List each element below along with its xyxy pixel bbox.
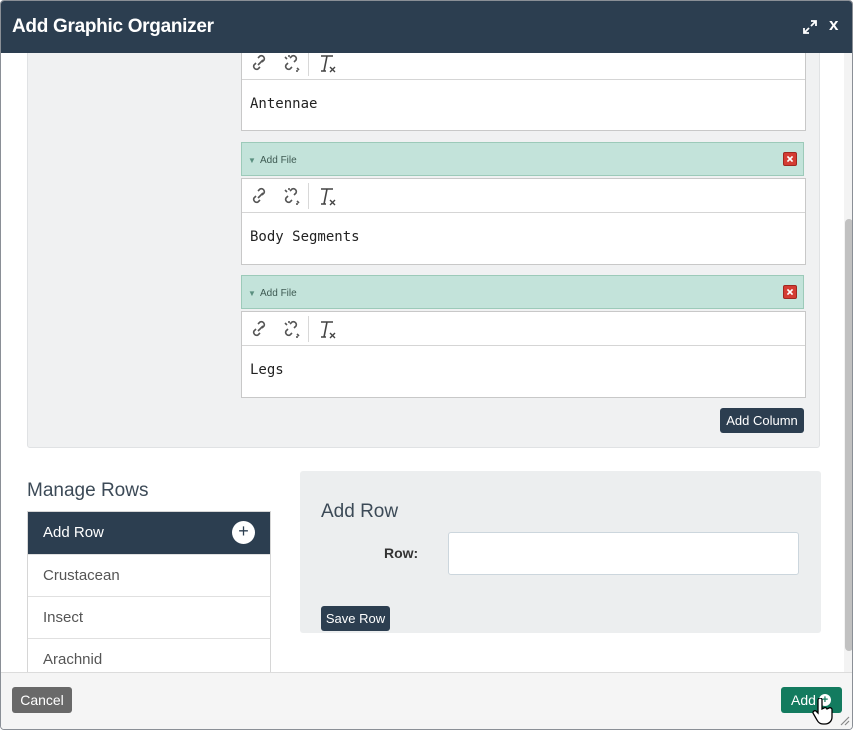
link-icon[interactable]: [244, 312, 276, 346]
close-button[interactable]: x: [829, 15, 838, 35]
dialog-title: Add Graphic Organizer: [12, 16, 214, 37]
rows-list-header[interactable]: Add Row +: [28, 512, 270, 554]
save-row-button[interactable]: Save Row: [321, 606, 390, 631]
dialog-footer: Cancel Add +: [1, 672, 852, 729]
remove-format-icon[interactable]: [312, 179, 344, 213]
toolbar-separator: [308, 53, 309, 76]
list-item[interactable]: Insect: [28, 596, 270, 638]
row-field-label: Row:: [384, 545, 419, 561]
remove-format-icon[interactable]: [312, 53, 344, 80]
unlink-icon[interactable]: [276, 179, 308, 213]
editor-toolbar: [242, 53, 805, 80]
column-text[interactable]: Antennae: [250, 96, 317, 112]
plus-icon[interactable]: +: [232, 521, 255, 544]
list-item[interactable]: Arachnid: [28, 638, 270, 672]
add-row-header-label: Add Row: [43, 524, 104, 541]
dialog-content: Antennae ▼ Add File Body Segments ▼ Add …: [1, 53, 844, 672]
add-file-label: Add File: [260, 155, 297, 166]
toolbar-separator: [308, 183, 309, 209]
expand-icon[interactable]: [801, 18, 819, 36]
column-editor: Legs: [241, 311, 806, 398]
manage-rows-title: Manage Rows: [27, 480, 149, 501]
list-item-label: Crustacean: [43, 567, 120, 584]
editor-toolbar: [242, 312, 805, 346]
column-text[interactable]: Legs: [250, 362, 284, 378]
column-text[interactable]: Body Segments: [250, 229, 360, 245]
row-input[interactable]: [448, 532, 799, 575]
list-item-label: Arachnid: [43, 651, 103, 668]
add-graphic-organizer-dialog: Add Graphic Organizer x Antennae ▼ Add F…: [0, 0, 853, 730]
list-item[interactable]: Crustacean: [28, 554, 270, 596]
remove-format-icon[interactable]: [312, 312, 344, 346]
resize-handle-icon[interactable]: [838, 714, 850, 726]
link-icon[interactable]: [244, 179, 276, 213]
scrollbar-thumb[interactable]: [845, 219, 852, 651]
column-editor: Body Segments: [241, 178, 806, 265]
link-icon[interactable]: [244, 53, 276, 80]
chevron-down-icon: ▼: [248, 156, 256, 165]
add-row-panel: Add Row Row: Save Row: [300, 471, 821, 633]
add-file-bar[interactable]: ▼ Add File: [241, 275, 804, 309]
unlink-icon[interactable]: [276, 53, 308, 80]
delete-icon[interactable]: [783, 152, 797, 166]
add-row-heading: Add Row: [321, 501, 399, 522]
editor-toolbar: [242, 179, 805, 213]
dialog-titlebar: Add Graphic Organizer x: [1, 1, 852, 53]
column-editor: Antennae: [241, 53, 806, 131]
hand-cursor-icon: [812, 698, 833, 725]
unlink-icon[interactable]: [276, 312, 308, 346]
chevron-down-icon: ▼: [248, 289, 256, 298]
add-file-label: Add File: [260, 288, 297, 299]
delete-icon[interactable]: [783, 285, 797, 299]
toolbar-separator: [308, 316, 309, 342]
rows-list: Add Row + Crustacean Insect Arachnid: [27, 511, 271, 672]
cancel-button[interactable]: Cancel: [12, 687, 72, 713]
add-file-bar[interactable]: ▼ Add File: [241, 142, 804, 176]
list-item-label: Insect: [43, 609, 84, 626]
add-column-button[interactable]: Add Column: [720, 408, 804, 433]
